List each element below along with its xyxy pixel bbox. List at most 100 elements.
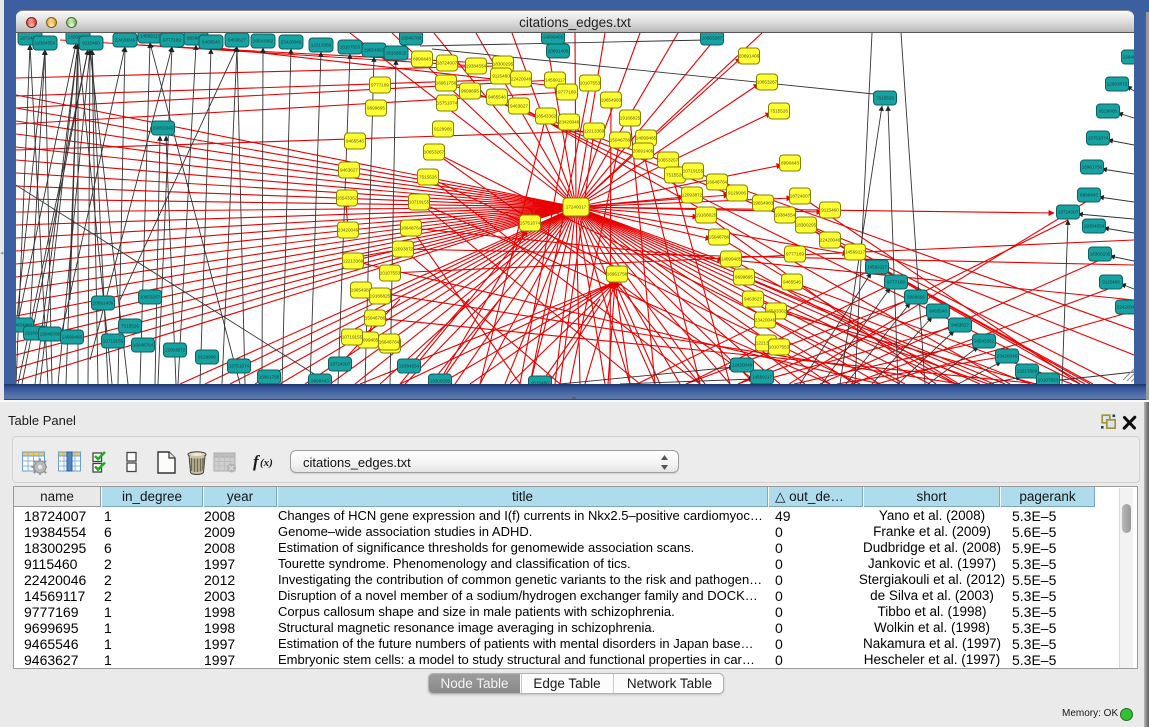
svg-text:12093872: 12093872 [165, 348, 186, 353]
svg-text:9699695: 9699695 [735, 275, 753, 280]
svg-text:16961758: 16961758 [436, 81, 457, 86]
svg-text:16648764: 16648764 [401, 226, 422, 231]
svg-text:23420046: 23420046 [559, 120, 580, 125]
svg-text:23420046: 23420046 [338, 228, 359, 233]
svg-text:(x): (x) [260, 457, 273, 469]
svg-text:12093872: 12093872 [682, 193, 703, 198]
svg-text:16961758: 16961758 [607, 272, 628, 277]
svg-text:9129906: 9129906 [728, 191, 746, 196]
svg-text:9463627: 9463627 [340, 168, 358, 173]
svg-text:10719155: 10719155 [103, 339, 124, 344]
svg-text:15751074: 15751074 [229, 364, 250, 369]
svg-text:18724007: 18724007 [1058, 210, 1079, 215]
svg-text:15751074: 15751074 [437, 101, 458, 106]
svg-text:22420046: 22420046 [1117, 305, 1134, 310]
svg-text:12213369: 12213369 [1017, 369, 1038, 374]
svg-text:18724007: 18724007 [330, 362, 351, 367]
svg-text:15751074: 15751074 [520, 221, 541, 226]
svg-text:18300295: 18300295 [430, 379, 451, 384]
svg-text:15046786: 15046786 [40, 332, 61, 337]
svg-text:19384554: 19384554 [775, 213, 796, 218]
svg-text:22420046: 22420046 [115, 38, 136, 43]
svg-text:15046786: 15046786 [610, 138, 631, 143]
svg-text:9465546: 9465546 [202, 40, 220, 45]
svg-text:14099485: 14099485 [721, 257, 742, 262]
svg-text:16543362: 16543362 [974, 339, 995, 344]
svg-text:18724007: 18724007 [437, 61, 458, 66]
svg-text:14099485: 14099485 [62, 335, 83, 340]
svg-text:14569117: 14569117 [867, 265, 888, 270]
svg-text:20691406: 20691406 [633, 149, 654, 154]
svg-text:10107553: 10107553 [580, 81, 601, 86]
svg-text:9115460: 9115460 [531, 381, 549, 384]
svg-text:10107553: 10107553 [380, 271, 401, 276]
svg-text:9463627: 9463627 [510, 104, 528, 109]
svg-text:19166825: 19166825 [620, 116, 641, 121]
svg-text:8990443: 8990443 [413, 57, 431, 62]
svg-text:16648764: 16648764 [133, 343, 154, 348]
svg-text:10107553: 10107553 [769, 345, 790, 350]
svg-text:14569117: 14569117 [752, 375, 773, 380]
svg-text:9129906: 9129906 [1099, 109, 1117, 114]
svg-text:14569117: 14569117 [545, 78, 566, 83]
svg-text:9463627: 9463627 [744, 297, 762, 302]
svg-text:10719155: 10719155 [342, 335, 363, 340]
svg-text:16648764: 16648764 [1123, 55, 1134, 60]
svg-text:14569117: 14569117 [845, 250, 866, 255]
svg-text:10653267: 10653267 [140, 295, 161, 300]
svg-text:16648764: 16648764 [707, 180, 728, 185]
svg-text:22420046: 22420046 [732, 363, 753, 368]
svg-text:10719155: 10719155 [683, 169, 704, 174]
svg-text:19654983: 19654983 [601, 98, 622, 103]
svg-text:18724007: 18724007 [790, 194, 811, 199]
svg-text:9463627: 9463627 [228, 38, 246, 43]
svg-text:10107553: 10107553 [1038, 378, 1059, 383]
svg-text:9777169: 9777169 [371, 83, 389, 88]
svg-text:16543362: 16543362 [337, 196, 358, 201]
svg-text:12093872: 12093872 [1107, 82, 1128, 87]
svg-text:15046786: 15046786 [365, 316, 386, 321]
svg-text:16543362: 16543362 [536, 114, 557, 119]
svg-text:14099485: 14099485 [543, 35, 564, 40]
svg-text:14099485: 14099485 [636, 136, 657, 141]
svg-text:29053346: 29053346 [153, 126, 174, 131]
svg-text:7515526: 7515526 [419, 175, 437, 180]
svg-text:12093872: 12093872 [393, 247, 414, 252]
svg-text:23420046: 23420046 [997, 354, 1018, 359]
svg-text:10653267: 10653267 [658, 158, 679, 163]
svg-text:20691406: 20691406 [548, 49, 569, 54]
svg-text:9777169: 9777169 [887, 280, 905, 285]
svg-text:23420046: 23420046 [755, 318, 776, 323]
svg-text:9465546: 9465546 [783, 280, 801, 285]
svg-text:10653267: 10653267 [424, 150, 445, 155]
svg-text:16543362: 16543362 [253, 39, 274, 44]
svg-text:7515526: 7515526 [666, 173, 684, 178]
svg-text:9115460: 9115460 [821, 208, 839, 213]
svg-text:22420046: 22420046 [820, 238, 841, 243]
svg-text:15046786: 15046786 [709, 235, 730, 240]
svg-text:9465546: 9465546 [488, 95, 506, 100]
svg-text:12213369: 12213369 [311, 43, 332, 48]
svg-text:9777169: 9777169 [786, 252, 804, 257]
svg-text:15751074: 15751074 [1088, 136, 1109, 141]
svg-text:7515526: 7515526 [876, 96, 894, 101]
svg-text:19384554: 19384554 [35, 41, 56, 46]
svg-text:9699695: 9699695 [367, 106, 385, 111]
svg-text:9115460: 9115460 [1102, 280, 1120, 285]
svg-text:20691406: 20691406 [739, 54, 760, 59]
svg-text:8990443: 8990443 [1080, 193, 1098, 198]
svg-text:14569117: 14569117 [140, 34, 161, 39]
svg-text:9129906: 9129906 [434, 127, 452, 132]
svg-text:10107553: 10107553 [340, 45, 361, 50]
svg-text:15046786: 15046786 [401, 36, 422, 41]
svg-text:20691406: 20691406 [93, 301, 114, 306]
svg-text:9777169: 9777169 [558, 90, 576, 95]
svg-text:9699695: 9699695 [907, 295, 925, 300]
svg-text:16648764: 16648764 [379, 340, 400, 345]
svg-text:19384554: 19384554 [466, 64, 487, 69]
svg-text:8990443: 8990443 [311, 379, 329, 384]
svg-text:18300295: 18300295 [493, 62, 514, 67]
svg-text:9115460: 9115460 [82, 41, 100, 46]
svg-text:12213369: 12213369 [343, 259, 364, 264]
svg-text:9465546: 9465546 [929, 309, 947, 314]
